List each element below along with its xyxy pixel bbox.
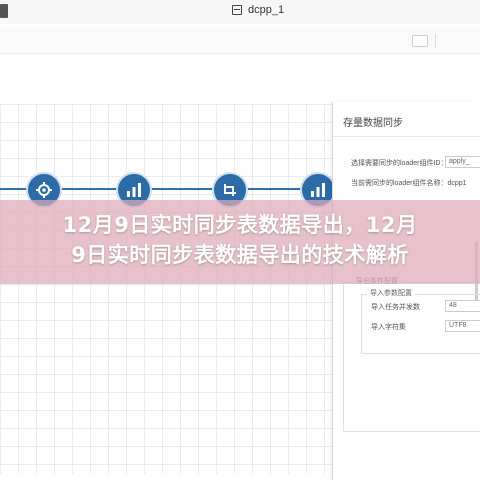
panel-title: 存量数据同步 (343, 118, 403, 129)
title-bar: dcpp_1 (0, 0, 480, 24)
loader-id-input[interactable]: apply_ (445, 156, 480, 168)
bar-chart-icon (311, 183, 325, 197)
banner-line-1: 12月9日实时同步表数据导出，12月 (62, 213, 418, 237)
settings-gear-icon (36, 182, 52, 198)
flow-connector (248, 188, 302, 190)
document-tab[interactable]: dcpp_1 (232, 4, 284, 16)
menu-icon[interactable] (0, 4, 8, 18)
flow-connector (62, 188, 118, 190)
concurrency-input[interactable]: 48 (445, 300, 480, 312)
property-panel: 存量数据同步 选择需要同步的loader组件ID： apply_ 当前需同步的l… (332, 102, 480, 480)
concurrency-label: 导入任务并发数 (371, 304, 420, 311)
flow-canvas[interactable] (0, 104, 340, 474)
toolbar (0, 28, 480, 54)
tab-title: dcpp_1 (248, 4, 285, 16)
banner-title: 12月9日实时同步表数据导出，12月 9日实时同步表数据导出的技术解析 (0, 210, 480, 270)
bar-chart-icon (127, 183, 141, 197)
toolbar-separator (435, 34, 436, 48)
loader-name-label: 当前需同步的loader组件名称：dcpp1 (351, 180, 467, 187)
panel-divider (333, 136, 480, 137)
loader-id-label: 选择需要同步的loader组件ID： (351, 160, 448, 167)
charset-select[interactable]: UTF8 (445, 320, 480, 332)
save-button[interactable] (412, 35, 428, 47)
banner-line-2: 9日实时同步表数据导出的技术解析 (71, 243, 409, 267)
document-icon (232, 5, 242, 15)
transform-icon (224, 184, 236, 196)
charset-label: 导入字符集 (371, 324, 406, 331)
import-config-legend: 导入参数配置 (367, 288, 415, 298)
flow-connector (150, 188, 214, 190)
